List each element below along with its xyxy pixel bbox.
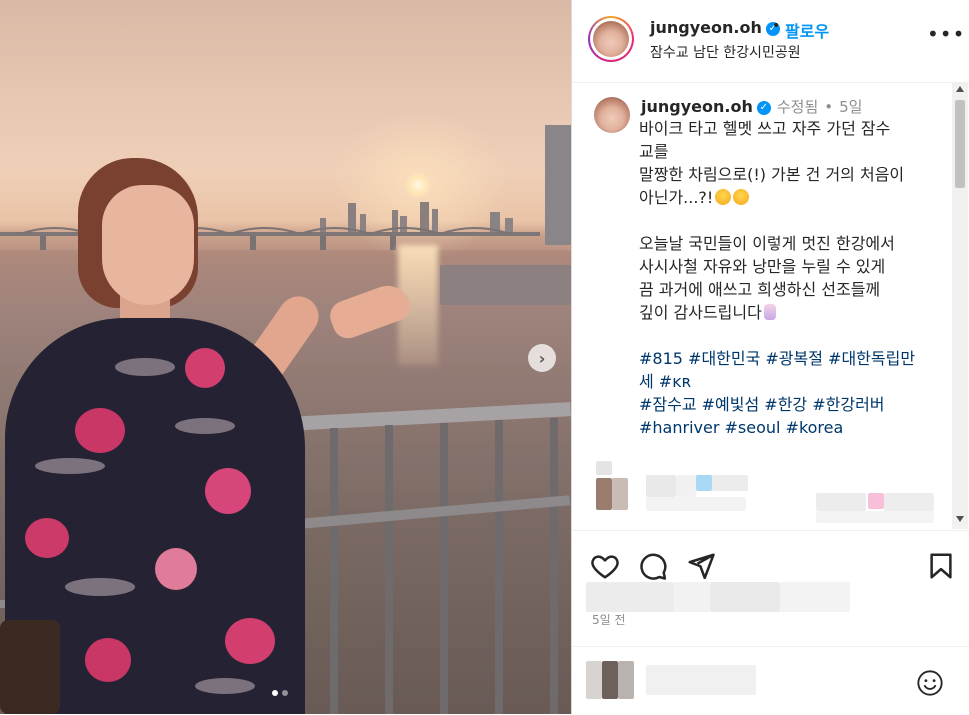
carousel-dot-active <box>272 690 278 696</box>
caption-line: 교를 <box>639 142 669 161</box>
caption-line <box>639 209 939 232</box>
caption-scrollbar[interactable] <box>952 83 968 529</box>
location-link[interactable]: 잠수교 남단 한강시민공원 <box>650 42 801 62</box>
hashtag-line[interactable]: 세 #ᴋʀ <box>639 370 939 393</box>
railing-bar <box>495 420 503 714</box>
avatar[interactable] <box>588 16 634 62</box>
follow-button[interactable]: 팔로우 <box>785 18 829 42</box>
comment-icon[interactable] <box>638 551 668 581</box>
header-username[interactable]: jungyeon.oh ✓ <box>650 18 780 37</box>
more-options-icon[interactable]: ••• <box>927 22 965 46</box>
railing-bar <box>385 425 393 714</box>
hashtag-line[interactable]: #815 #대한민국 #광복절 #대한독립만 <box>639 347 939 370</box>
caption-line: 말짱한 차림으로(!) 가본 건 거의 처음이 <box>639 165 905 184</box>
post-photo[interactable]: › <box>0 0 571 714</box>
post-header: jungyeon.oh ✓ • 팔로우 잠수교 남단 한강시민공원 ••• <box>572 0 969 83</box>
bookmark-icon[interactable] <box>926 551 956 581</box>
caption-username[interactable]: jungyeon.oh <box>641 97 753 116</box>
blurred-comment-input[interactable] <box>646 665 756 695</box>
caption-area: jungyeon.oh ✓ 수정됨 • 5일 바이크 타고 헬멧 쓰고 자주 가던 잠수… <box>572 83 952 523</box>
sunset-sun <box>405 172 431 198</box>
highrise-building <box>545 125 571 245</box>
grin-emoji-icon <box>733 189 750 205</box>
edited-label: 수정됨 <box>776 98 819 116</box>
post-details-panel: jungyeon.oh ✓ • 팔로우 잠수교 남단 한강시민공원 ••• jun… <box>571 0 969 714</box>
hashtag-line[interactable]: #hanriver #seoul #korea <box>639 416 939 439</box>
caption-avatar[interactable] <box>594 97 630 133</box>
chevron-right-icon[interactable]: › <box>528 344 556 372</box>
pray-emoji-icon <box>763 304 776 320</box>
railing-bar <box>440 423 448 714</box>
railing-bar <box>550 418 558 714</box>
header-separator: • <box>772 18 781 34</box>
post-age[interactable]: 5일 <box>839 98 862 116</box>
scroll-thumb[interactable] <box>955 100 965 188</box>
caption-line: 오늘날 국민들이 이렇게 멋진 한강에서 <box>639 234 895 253</box>
caption-line: 끔 과거에 애쓰고 희생하신 선조들께 <box>639 280 881 299</box>
verified-badge-icon: ✓ <box>756 100 771 115</box>
heart-icon[interactable] <box>590 551 620 581</box>
shoulder-bag <box>0 620 60 714</box>
post-date[interactable]: 5일 전 <box>592 611 626 628</box>
sweat-smile-emoji-icon <box>715 189 732 205</box>
smiley-icon[interactable] <box>916 669 944 697</box>
comment-bar <box>572 646 969 715</box>
caption-line <box>639 324 939 347</box>
caption-text: 바이크 타고 헬멧 쓰고 자주 가던 잠수 교를 말짱한 차림으로(!) 가본 … <box>639 117 939 439</box>
scroll-up-arrow-icon[interactable] <box>956 86 964 92</box>
hashtag-line[interactable]: #잠수교 #예빛섬 #한강 #한강러버 <box>639 393 939 416</box>
caption-line: 아닌가...?! <box>639 186 939 209</box>
carousel-indicator <box>272 690 288 696</box>
carousel-dot <box>282 690 288 696</box>
scroll-down-arrow-icon[interactable] <box>956 516 964 522</box>
blurred-avatar <box>586 661 602 699</box>
send-icon[interactable] <box>686 551 716 581</box>
caption-line: 사시사철 자유와 낭만을 누릴 수 있게 <box>639 257 886 276</box>
caption-header: jungyeon.oh ✓ 수정됨 • 5일 <box>641 96 862 117</box>
caption-line: 깊이 감사드립니다 <box>639 301 939 324</box>
meta-separator: • <box>824 98 834 116</box>
caption-line: 바이크 타고 헬멧 쓰고 자주 가던 잠수 <box>639 119 891 138</box>
person-face <box>102 185 194 305</box>
railing-bar <box>330 428 338 714</box>
riverside-pier <box>440 265 571 305</box>
